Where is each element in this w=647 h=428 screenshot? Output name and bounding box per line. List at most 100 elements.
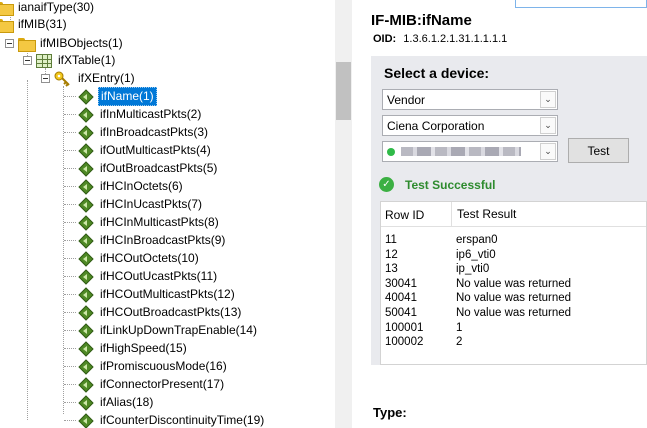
tree-node-label: ifHCOutUcastPkts(11) bbox=[100, 269, 218, 283]
tree-node-label: ifOutBroadcastPkts(5) bbox=[100, 161, 218, 175]
tree-node-leaf[interactable]: ifOutBroadcastPkts(5) bbox=[64, 160, 219, 177]
table-row[interactable]: 100002 2 bbox=[381, 335, 646, 350]
tree-connector bbox=[64, 384, 76, 385]
folder-icon bbox=[18, 37, 36, 52]
column-header-test-result[interactable]: Test Result bbox=[451, 202, 516, 227]
cell-row-id: 13 bbox=[385, 263, 398, 276]
tree-node-leaf[interactable]: ifName(1) bbox=[64, 87, 157, 106]
type-heading: Type: bbox=[373, 405, 407, 420]
device-select[interactable]: ⌄ bbox=[382, 141, 558, 162]
tree-node-label: ifInMulticastPkts(2) bbox=[100, 107, 202, 121]
column-header-row-id[interactable]: Row ID bbox=[385, 208, 424, 222]
tree-node-label: ifHCInBroadcastPkts(9) bbox=[100, 233, 226, 247]
tree-node-label: ifAlias(18) bbox=[100, 395, 154, 409]
cell-test-result: 1 bbox=[456, 321, 463, 334]
tree-connector bbox=[64, 402, 76, 403]
tree-node-leaf[interactable]: ifHCInUcastPkts(7) bbox=[64, 196, 204, 213]
result-table[interactable]: Row ID Test Result 11 erspan0 12 ip6_vti0 13… bbox=[380, 201, 647, 365]
tree-node-leaf[interactable]: ifHCInMulticastPkts(8) bbox=[64, 214, 221, 231]
tree-scrollbar[interactable] bbox=[335, 0, 352, 428]
tree-node-ianaiftype[interactable]: ianaifType(30) bbox=[0, 0, 96, 16]
tree-node-leaf[interactable]: ifHCOutMulticastPkts(12) bbox=[64, 286, 237, 303]
chevron-down-icon[interactable]: ⌄ bbox=[540, 117, 556, 134]
tree-node-leaf[interactable]: ifOutMulticastPkts(4) bbox=[64, 142, 213, 159]
select-device-heading: Select a device: bbox=[384, 65, 490, 81]
table-row[interactable]: 11 erspan0 bbox=[381, 233, 646, 248]
tree-connector bbox=[64, 348, 76, 349]
tree-connector bbox=[64, 276, 76, 277]
cell-test-result: No value was returned bbox=[456, 292, 572, 305]
tree-node-label: ifHCInUcastPkts(7) bbox=[100, 197, 203, 211]
cell-test-result: No value was returned bbox=[456, 307, 572, 319]
table-row[interactable]: 12 ip6_vti0 bbox=[381, 248, 646, 263]
chevron-down-icon[interactable]: ⌄ bbox=[540, 91, 556, 108]
tree-node-label: ifInBroadcastPkts(3) bbox=[100, 125, 209, 139]
test-button[interactable]: Test bbox=[568, 138, 629, 163]
table-row[interactable]: 40041 No value was returned bbox=[381, 291, 646, 306]
leaf-node-icon bbox=[78, 268, 94, 285]
device-status-dot bbox=[387, 147, 395, 156]
cell-row-id: 12 bbox=[385, 248, 398, 261]
collapse-icon[interactable] bbox=[5, 39, 14, 48]
table-row[interactable]: 13 ip_vti0 bbox=[381, 262, 646, 277]
tree-connector bbox=[64, 132, 76, 133]
key-icon bbox=[54, 71, 70, 87]
tree-connector bbox=[63, 86, 64, 414]
cell-row-id: 50041 bbox=[385, 307, 417, 319]
tree-node-leaf[interactable]: ifHCInOctets(6) bbox=[64, 178, 185, 195]
tree-node-label: ifCounterDiscontinuityTime(19) bbox=[100, 413, 265, 427]
scrollbar-thumb[interactable] bbox=[336, 62, 351, 120]
tree-node-leaf[interactable]: ifCounterDiscontinuityTime(19) bbox=[64, 412, 266, 428]
table-row[interactable]: 100001 1 bbox=[381, 321, 646, 336]
mib-tree[interactable]: ianaifType(30) ifMIB(31) ifMIBObjects(1)… bbox=[0, 0, 335, 428]
leaf-node-icon bbox=[78, 286, 94, 303]
oid-label: OID: bbox=[373, 33, 397, 45]
tree-connector bbox=[64, 366, 76, 367]
cell-test-result: ip_vti0 bbox=[456, 263, 490, 276]
leaf-node-icon bbox=[78, 124, 94, 141]
vendor-select[interactable]: Vendor ⌄ bbox=[382, 89, 558, 110]
leaf-node-icon bbox=[78, 304, 94, 321]
tree-node-label: ifPromiscuousMode(16) bbox=[100, 359, 227, 373]
tree-connector bbox=[64, 420, 76, 421]
tree-node-label: ifHighSpeed(15) bbox=[100, 341, 187, 355]
cell-row-id: 11 bbox=[385, 234, 397, 246]
leaf-node-icon bbox=[78, 88, 94, 105]
tree-connector bbox=[64, 150, 76, 151]
leaf-node-icon bbox=[78, 358, 94, 375]
tree-node-label: ifXTable(1) bbox=[58, 53, 116, 67]
vendor-select-value: Vendor bbox=[387, 92, 426, 107]
tree-node-label: ifHCInOctets(6) bbox=[100, 179, 183, 193]
tree-node-ifxtable[interactable]: ifXTable(1) bbox=[23, 52, 117, 69]
collapse-icon[interactable] bbox=[23, 56, 32, 65]
tree-node-leaf[interactable]: ifConnectorPresent(17) bbox=[64, 376, 226, 393]
tree-node-ifmib[interactable]: ifMIB(31) bbox=[0, 16, 69, 33]
tree-node-leaf[interactable]: ifHCOutUcastPkts(11) bbox=[64, 268, 219, 285]
tree-node-label: ifHCInMulticastPkts(8) bbox=[100, 215, 219, 229]
chevron-down-icon[interactable]: ⌄ bbox=[540, 143, 556, 160]
tree-node-leaf[interactable]: ifHCOutBroadcastPkts(13) bbox=[64, 304, 243, 321]
table-row[interactable]: 30041 No value was returned bbox=[381, 277, 646, 292]
tree-node-leaf[interactable]: ifPromiscuousMode(16) bbox=[64, 358, 229, 375]
tree-node-ifmibobjects[interactable]: ifMIBObjects(1) bbox=[5, 35, 125, 52]
manufacturer-select[interactable]: Ciena Corporation ⌄ bbox=[382, 115, 558, 136]
cell-row-id: 100001 bbox=[385, 321, 424, 334]
tree-node-label: ifMIB(31) bbox=[18, 17, 67, 31]
leaf-node-icon bbox=[78, 394, 94, 411]
collapse-icon[interactable] bbox=[41, 74, 50, 83]
tree-node-label: ifHCOutMulticastPkts(12) bbox=[100, 287, 235, 301]
oid-line: OID: 1.3.6.1.2.1.31.1.1.1.1 bbox=[373, 33, 507, 45]
tree-node-leaf[interactable]: ifInMulticastPkts(2) bbox=[64, 106, 203, 123]
tree-node-ifxentry[interactable]: ifXEntry(1) bbox=[41, 70, 137, 87]
tree-node-leaf[interactable]: ifHighSpeed(15) bbox=[64, 340, 189, 357]
tree-node-leaf[interactable]: ifAlias(18) bbox=[64, 394, 155, 411]
leaf-node-icon bbox=[78, 322, 94, 339]
table-row[interactable]: 50041 No value was returned bbox=[381, 306, 646, 321]
cell-test-result: 2 bbox=[456, 336, 463, 349]
tree-node-leaf[interactable]: ifHCInBroadcastPkts(9) bbox=[64, 232, 227, 249]
tree-node-leaf[interactable]: ifLinkUpDownTrapEnable(14) bbox=[64, 322, 259, 339]
tree-node-leaf[interactable]: ifHCOutOctets(10) bbox=[64, 250, 201, 267]
tree-node-leaf[interactable]: ifInBroadcastPkts(3) bbox=[64, 124, 210, 141]
tree-node-label: ifConnectorPresent(17) bbox=[100, 377, 225, 391]
test-status: ✓ Test Successful bbox=[379, 177, 495, 192]
